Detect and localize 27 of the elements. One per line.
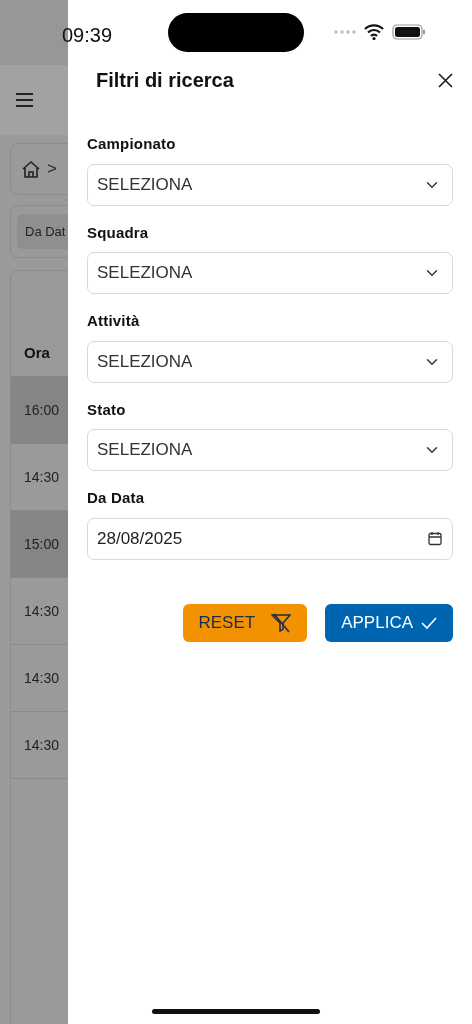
reset-button[interactable]: RESET xyxy=(182,603,308,642)
panel-title: Filtri di ricerca xyxy=(96,68,234,93)
field-label: Campionato xyxy=(87,134,177,154)
field-label: Attività xyxy=(87,311,141,331)
select-field[interactable]: SELEZIONA xyxy=(87,252,453,294)
home-icon[interactable] xyxy=(21,159,41,179)
select-field[interactable]: SELEZIONA xyxy=(87,429,453,471)
menu-icon[interactable] xyxy=(15,92,34,108)
close-icon[interactable] xyxy=(438,72,453,88)
breadcrumb-separator: > xyxy=(47,158,57,181)
field-label: Stato xyxy=(87,399,127,420)
select-field[interactable]: SELEZIONA xyxy=(87,340,453,383)
calendar-icon[interactable] xyxy=(428,530,442,546)
table-cell: 16:00 xyxy=(11,377,68,444)
check-icon xyxy=(421,615,437,630)
table-cell: 15:00 xyxy=(11,511,68,578)
status-time: 09:39 xyxy=(62,23,113,48)
field-label: Squadra xyxy=(87,222,150,243)
wifi-icon xyxy=(364,24,384,40)
select-field[interactable]: SELEZIONA xyxy=(87,163,453,206)
signal-icon xyxy=(334,30,356,34)
filter-off-icon xyxy=(271,612,292,633)
date-field[interactable]: 28/08/2025 xyxy=(87,517,453,560)
battery-icon xyxy=(392,24,426,40)
filter-chip[interactable]: Da Dat xyxy=(17,213,68,250)
apply-button[interactable]: APPLICA xyxy=(325,603,453,642)
field-label: Da Data xyxy=(87,488,146,508)
